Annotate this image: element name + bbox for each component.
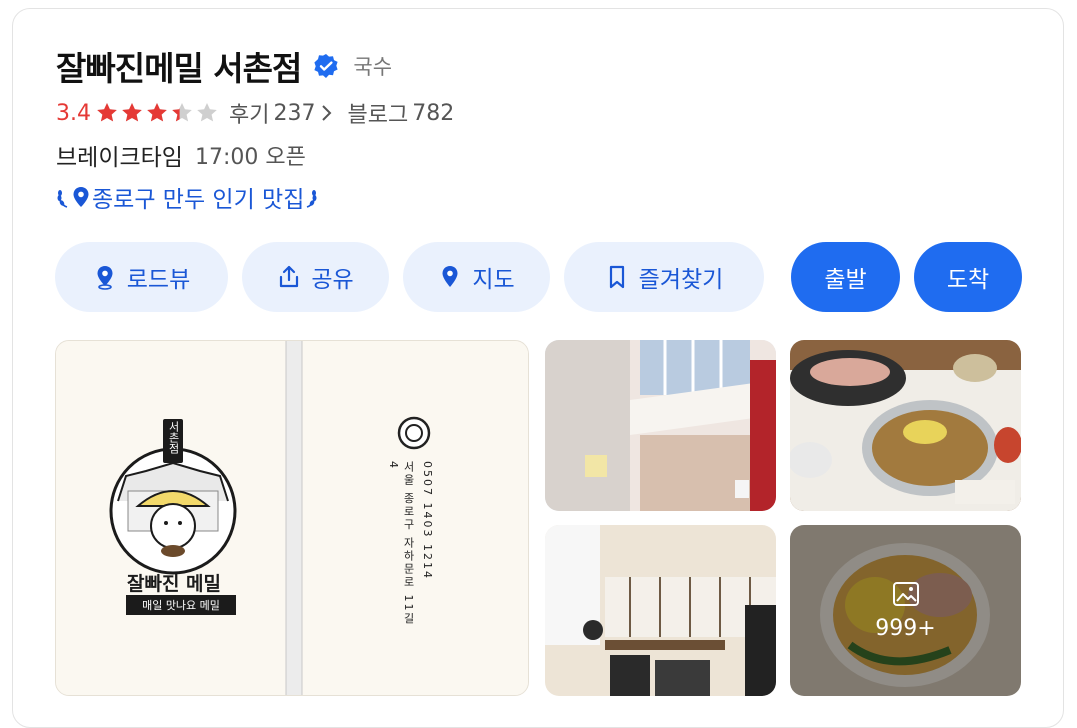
roadview-pin-icon xyxy=(97,266,113,290)
brand-name: 잘빠진 메밀 xyxy=(126,573,221,595)
reviews-count[interactable]: 237 xyxy=(273,101,315,126)
map-label: 지도 xyxy=(472,267,515,293)
store-address: 서울 종로구 자하문로 11길 4 xyxy=(387,461,415,626)
brand-slogan: 매일 맛나요 메밀 xyxy=(142,599,220,612)
star-icon xyxy=(172,103,192,122)
photo-gallery-icon xyxy=(892,582,919,606)
title-row: 잘빠진메밀 서촌점 국수 xyxy=(56,44,392,88)
share-button[interactable]: 공유 xyxy=(242,242,389,312)
star-rating xyxy=(95,101,219,125)
laurel-right-icon xyxy=(307,190,317,208)
award-text: 종로구 만두 인기 맛집 xyxy=(92,187,305,213)
bookmark-label: 즐겨찾기 xyxy=(638,267,724,293)
blog-count[interactable]: 782 xyxy=(412,101,454,126)
storefront-image xyxy=(545,340,776,511)
location-pin-icon xyxy=(73,187,89,207)
more-photos-overlay: 999+ xyxy=(790,525,1021,696)
share-label: 공유 xyxy=(311,267,354,293)
map-pin-icon xyxy=(442,266,458,287)
reviews-label[interactable]: 후기 xyxy=(229,97,269,129)
noodle-dish-image xyxy=(790,340,1021,511)
verified-check-icon xyxy=(314,54,338,78)
place-name[interactable]: 잘빠진메밀 서촌점 xyxy=(56,42,302,90)
star-icon xyxy=(97,103,117,122)
action-bar: 로드뷰 공유 지도 즐겨찾기 출발 도착 xyxy=(55,242,1022,312)
bookmark-icon xyxy=(609,265,624,289)
category-label: 국수 xyxy=(353,55,393,79)
business-status: 브레이크타임 xyxy=(56,145,183,171)
menu-card-illustration xyxy=(56,341,528,695)
roadview-button[interactable]: 로드뷰 xyxy=(55,242,228,312)
star-icon xyxy=(122,103,142,122)
rating-score: 3.4 xyxy=(56,100,91,126)
arrival-button[interactable]: 도착 xyxy=(914,242,1022,312)
bookmark-button[interactable]: 즐겨찾기 xyxy=(564,242,764,312)
next-open-time: 17:00 오픈 xyxy=(194,145,306,170)
laurel-left-icon xyxy=(57,190,68,208)
map-button[interactable]: 지도 xyxy=(403,242,550,312)
more-photos-count: 999+ xyxy=(875,616,936,641)
more-photos-tile[interactable]: 999+ xyxy=(790,525,1021,696)
departure-label: 출발 xyxy=(824,267,867,293)
branch-tag: 서촌점 xyxy=(167,421,180,454)
store-phone: 0507 1403 1214 xyxy=(421,461,434,580)
rating-row: 3.4 후기 237 블로그 782 xyxy=(56,97,454,129)
interior-image xyxy=(545,525,776,696)
chevron-right-icon[interactable] xyxy=(321,104,333,122)
food-photo-noodles[interactable] xyxy=(790,340,1021,511)
hours-row: 브레이크타임 17:00 오픈 xyxy=(56,139,306,171)
award-badge[interactable]: 종로구 만두 인기 맛집 xyxy=(56,180,318,214)
arrival-label: 도착 xyxy=(946,267,990,293)
storefront-photo[interactable] xyxy=(545,340,776,511)
star-icon xyxy=(147,103,167,122)
interior-photo[interactable] xyxy=(545,525,776,696)
star-icon xyxy=(197,103,217,122)
menu-card-photo[interactable]: 서촌점 잘빠진 메밀 매일 맛나요 메밀 0507 1403 1214 서울 종… xyxy=(55,340,529,696)
share-upload-icon xyxy=(280,265,299,288)
roadview-label: 로드뷰 xyxy=(126,267,191,293)
departure-button[interactable]: 출발 xyxy=(791,242,900,312)
blog-label[interactable]: 블로그 xyxy=(347,97,408,129)
